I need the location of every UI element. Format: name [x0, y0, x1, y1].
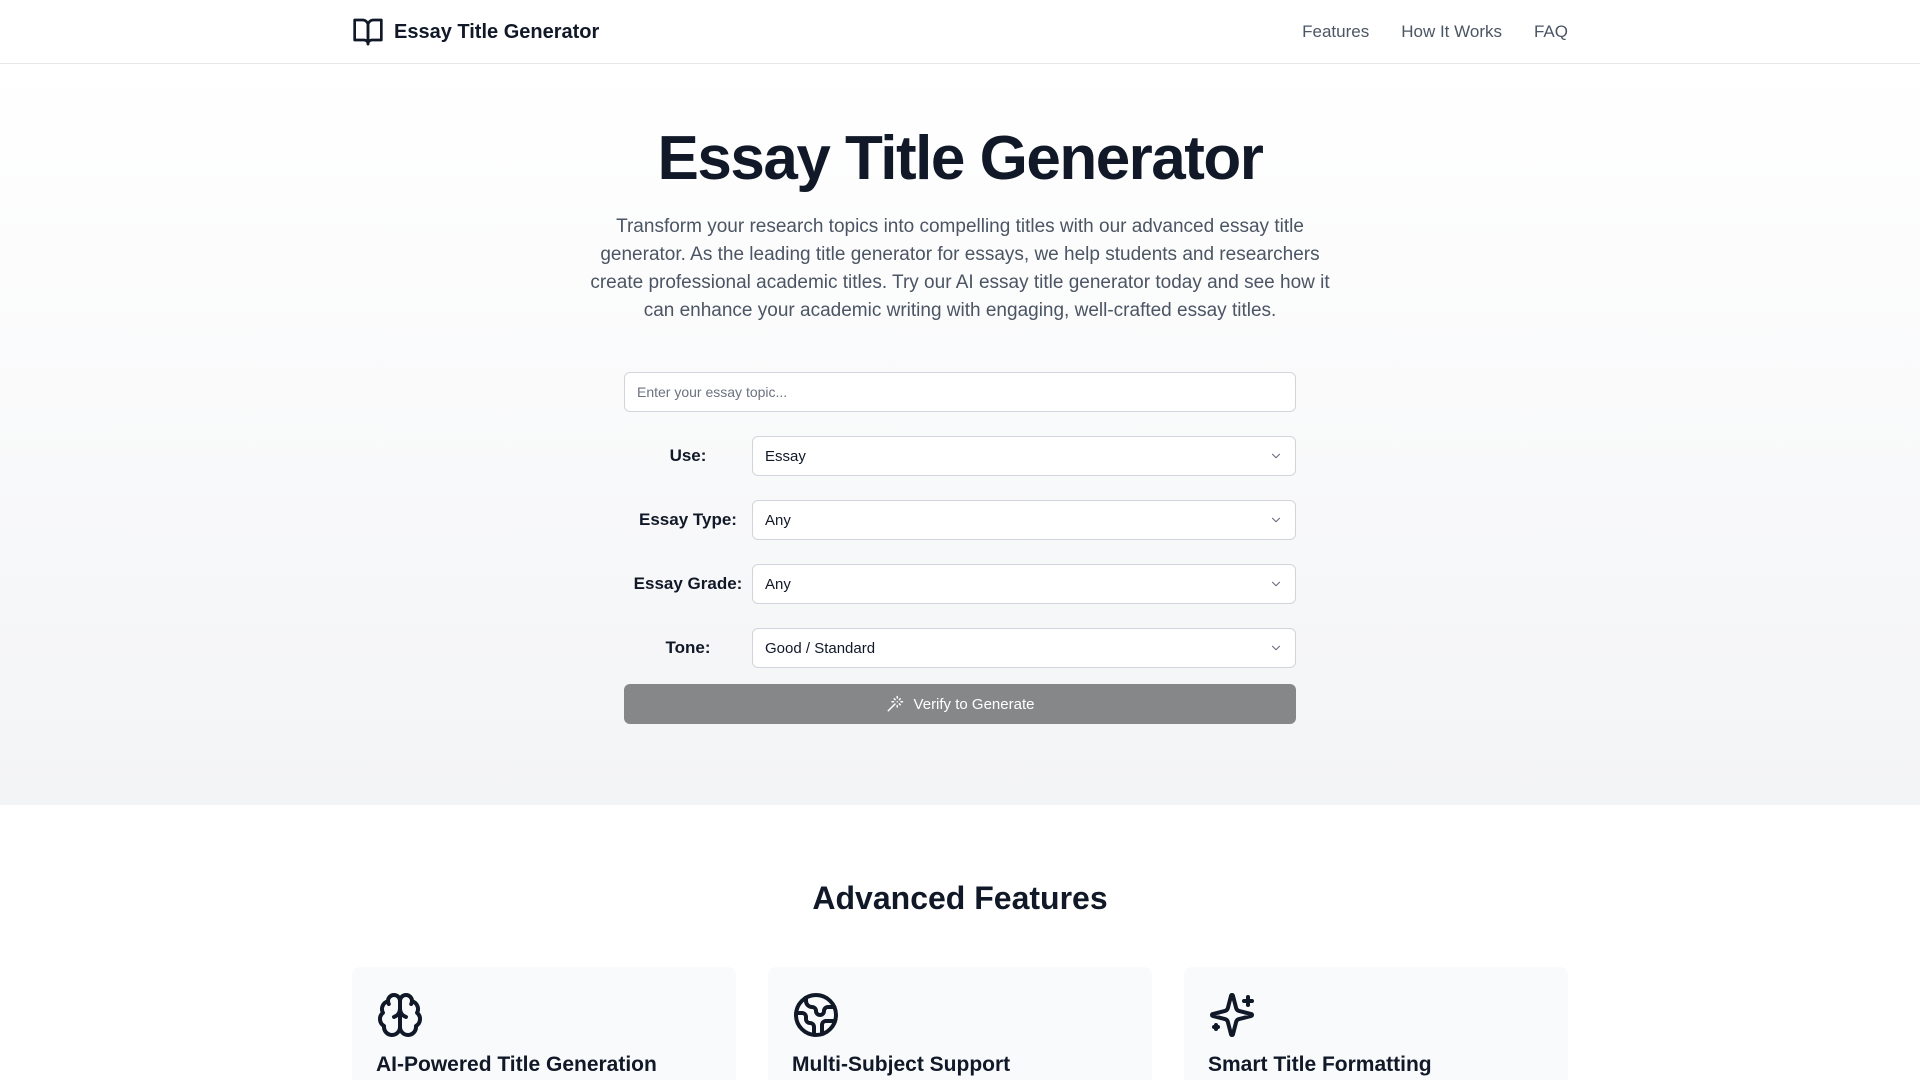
chevron-down-icon — [1269, 449, 1283, 463]
sparkles-icon — [1208, 991, 1544, 1039]
essay-grade-field: Essay Grade: Any — [624, 564, 1296, 604]
wand-sparkles-icon — [886, 695, 904, 713]
main-nav: Features How It Works FAQ — [1302, 0, 1568, 64]
essay-type-field: Essay Type: Any — [624, 500, 1296, 540]
brand-name: Essay Title Generator — [394, 20, 600, 43]
feature-card-title: Smart Title Formatting — [1208, 1053, 1432, 1076]
nav-link-features[interactable]: Features — [1302, 22, 1369, 42]
essay-grade-select-value: Any — [765, 575, 791, 593]
page-title: Essay Title Generator — [657, 124, 1264, 193]
nav-link-faq[interactable]: FAQ — [1534, 22, 1568, 42]
essay-grade-select[interactable]: Any — [752, 564, 1296, 604]
hero-description: Transform your research topics into comp… — [590, 216, 1330, 321]
book-open-icon — [352, 16, 384, 48]
feature-card-smart-formatting: Smart Title Formatting — [1184, 967, 1568, 1080]
essay-type-label: Essay Type: — [639, 510, 737, 529]
generator-form: Use: Essay Essay Type: Any Essay Grade: … — [624, 372, 1296, 724]
brand-logo-link[interactable]: Essay Title Generator — [352, 16, 599, 48]
nav-link-how-it-works[interactable]: How It Works — [1401, 22, 1502, 42]
feature-card-ai-powered: AI-Powered Title Generation — [352, 967, 736, 1080]
feature-card-title: AI-Powered Title Generation — [376, 1053, 657, 1076]
chevron-down-icon — [1269, 513, 1283, 527]
verify-to-generate-label: Verify to Generate — [913, 695, 1035, 713]
brain-icon — [376, 991, 712, 1039]
use-select[interactable]: Essay — [752, 436, 1296, 476]
feature-card-title: Multi-Subject Support — [792, 1053, 1011, 1076]
tone-label: Tone: — [665, 638, 711, 657]
use-field: Use: Essay — [624, 436, 1296, 476]
essay-topic-input[interactable] — [624, 372, 1296, 412]
chevron-down-icon — [1269, 577, 1283, 591]
use-label: Use: — [669, 446, 707, 465]
essay-type-select[interactable]: Any — [752, 500, 1296, 540]
chevron-down-icon — [1269, 641, 1283, 655]
use-select-value: Essay — [765, 447, 806, 465]
essay-grade-label: Essay Grade: — [633, 574, 743, 593]
hero-section: Essay Title Generator Transform your res… — [0, 65, 1920, 805]
features-heading: Advanced Features — [812, 880, 1108, 916]
tone-select-value: Good / Standard — [765, 639, 876, 657]
site-header: Essay Title Generator Features How It Wo… — [0, 0, 1920, 64]
globe-icon — [792, 991, 1128, 1039]
tone-field: Tone: Good / Standard — [624, 628, 1296, 668]
feature-card-multi-subject: Multi-Subject Support — [768, 967, 1152, 1080]
tone-select[interactable]: Good / Standard — [752, 628, 1296, 668]
verify-to-generate-button[interactable]: Verify to Generate — [624, 684, 1296, 724]
essay-type-select-value: Any — [765, 511, 791, 529]
